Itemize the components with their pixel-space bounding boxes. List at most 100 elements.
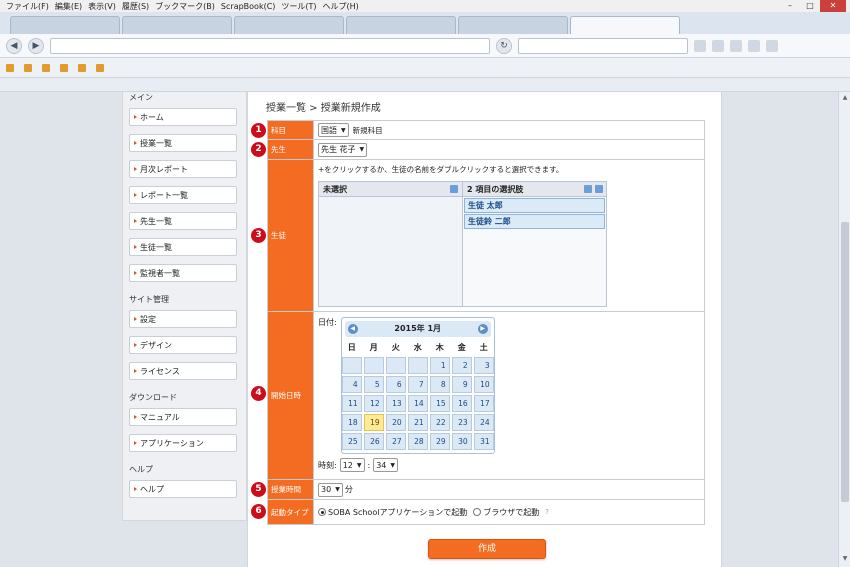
menu-item[interactable]: ヘルプ(H) — [323, 1, 359, 12]
selected-list[interactable]: 2 項目の選択肢 生徒 太郎 生徒鈴 二郎 — [462, 182, 606, 306]
browser-tab[interactable] — [10, 16, 120, 34]
calendar-day[interactable]: 19 — [363, 414, 384, 431]
sidebar-item[interactable]: ヘルプ — [129, 480, 237, 498]
toolbar-icon[interactable] — [730, 39, 742, 52]
maximize-button[interactable]: □ — [800, 0, 820, 12]
sidebar-item[interactable]: 設定 — [129, 310, 237, 328]
sidebar-item[interactable]: レポート一覧 — [129, 186, 237, 204]
calendar-day[interactable]: 18 — [341, 414, 362, 431]
calendar-day[interactable]: 13 — [385, 395, 406, 412]
unselected-list[interactable]: 未選択 — [319, 182, 462, 306]
launch-app-label[interactable]: SOBA Schoolアプリケーションで起動 — [328, 507, 467, 518]
bookmark-item[interactable] — [60, 63, 68, 72]
calendar-day[interactable]: 24 — [473, 414, 494, 431]
launch-browser-radio[interactable] — [473, 508, 482, 516]
page-scrollbar[interactable]: ▲ ▼ — [838, 92, 850, 567]
toolbar-icon[interactable] — [748, 39, 760, 52]
menu-item[interactable]: 表示(V) — [88, 1, 116, 12]
sidebar-item[interactable]: ライセンス — [129, 362, 237, 380]
calendar-day[interactable]: 11 — [341, 395, 362, 412]
close-button[interactable]: ✕ — [820, 0, 846, 12]
bookmark-item[interactable] — [96, 63, 104, 72]
calendar-day[interactable]: 2 — [451, 357, 472, 374]
launch-app-radio[interactable] — [318, 508, 326, 516]
add-all-icon[interactable] — [450, 185, 458, 193]
bookmark-item[interactable] — [6, 63, 14, 72]
browser-tab[interactable] — [234, 16, 344, 34]
calendar-day[interactable]: 29 — [429, 433, 450, 450]
calendar-day[interactable]: 12 — [363, 395, 384, 412]
scroll-down-icon[interactable]: ▼ — [839, 555, 850, 565]
menu-item[interactable]: ブックマーク(B) — [155, 1, 215, 12]
browser-tab-active[interactable] — [570, 16, 680, 34]
calendar-day[interactable]: 26 — [363, 433, 384, 450]
minimize-button[interactable]: – — [780, 0, 800, 12]
browser-tab[interactable] — [346, 16, 456, 34]
calendar-day[interactable]: 9 — [451, 376, 472, 393]
hour-select[interactable]: 12 ▼ — [339, 458, 365, 472]
reload-icon[interactable]: ↻ — [496, 37, 512, 54]
bookmark-item[interactable] — [42, 63, 50, 72]
toolbar-icon[interactable] — [712, 39, 724, 52]
calendar-day[interactable]: 5 — [363, 376, 384, 393]
calendar-day[interactable]: 1 — [429, 357, 450, 374]
sidebar-item[interactable]: 授業一覧 — [129, 134, 237, 152]
calendar-day[interactable]: 23 — [451, 414, 472, 431]
help-icon[interactable]: ? — [545, 508, 549, 516]
duration-select[interactable]: 30 ▼ — [318, 482, 343, 497]
browser-tab[interactable] — [458, 16, 568, 34]
sidebar-item[interactable]: デザイン — [129, 336, 237, 354]
sidebar-item[interactable]: 月次レポート — [129, 160, 237, 178]
url-input[interactable] — [50, 37, 490, 54]
bookmark-item[interactable] — [24, 63, 32, 72]
toolbar-icon[interactable] — [694, 39, 706, 52]
menu-item[interactable]: ScrapBook(C) — [221, 2, 275, 11]
calendar-day[interactable]: 30 — [451, 433, 472, 450]
sidebar-item[interactable]: ホーム — [129, 108, 237, 126]
search-input[interactable] — [518, 37, 688, 54]
sidebar-item[interactable]: 生徒一覧 — [129, 238, 237, 256]
calendar-day[interactable]: 22 — [429, 414, 450, 431]
calendar-day[interactable]: 10 — [473, 376, 494, 393]
teacher-select[interactable]: 先生 花子 ▼ — [318, 142, 368, 157]
browser-tab[interactable] — [122, 16, 232, 34]
scroll-up-icon[interactable]: ▲ — [839, 94, 850, 104]
calendar-day[interactable]: 31 — [473, 433, 494, 450]
remove-all-icon[interactable] — [595, 185, 603, 193]
sidebar-item[interactable]: 先生一覧 — [129, 212, 237, 230]
scroll-thumb[interactable] — [841, 222, 849, 502]
menu-item[interactable]: ツール(T) — [281, 1, 316, 12]
menu-item[interactable]: 編集(E) — [55, 1, 82, 12]
new-subject-link[interactable]: 新規科目 — [353, 125, 383, 136]
sidebar-item[interactable]: 監視者一覧 — [129, 264, 237, 282]
prev-month-icon[interactable]: ◀ — [347, 324, 358, 334]
back-arrow-icon[interactable]: ◀ — [6, 37, 22, 54]
forward-arrow-icon[interactable]: ▶ — [28, 37, 44, 54]
calendar-day[interactable]: 4 — [341, 376, 362, 393]
calendar-day[interactable]: 20 — [385, 414, 406, 431]
next-month-icon[interactable]: ▶ — [477, 324, 488, 334]
calendar-day[interactable]: 3 — [473, 357, 494, 374]
calendar-day[interactable]: 8 — [429, 376, 450, 393]
calendar-day[interactable]: 6 — [385, 376, 406, 393]
minute-select[interactable]: 34 ▼ — [373, 458, 399, 472]
create-button[interactable]: 作成 — [428, 539, 546, 559]
calendar-day[interactable]: 16 — [451, 395, 472, 412]
bookmark-item[interactable] — [78, 63, 86, 72]
sidebar-item[interactable]: マニュアル — [129, 408, 237, 426]
menu-item[interactable]: 履歴(S) — [122, 1, 149, 12]
selected-student[interactable]: 生徒 太郎 — [464, 198, 605, 213]
calendar-day[interactable]: 17 — [473, 395, 494, 412]
sidebar-item[interactable]: アプリケーション — [129, 434, 237, 452]
calendar-day[interactable]: 28 — [407, 433, 428, 450]
search-icon[interactable] — [584, 185, 592, 193]
menu-item[interactable]: ファイル(F) — [6, 1, 49, 12]
calendar-day[interactable]: 14 — [407, 395, 428, 412]
launch-browser-label[interactable]: ブラウザで起動 — [483, 507, 539, 518]
calendar-day[interactable]: 15 — [429, 395, 450, 412]
calendar-day[interactable]: 27 — [385, 433, 406, 450]
toolbar-icon[interactable] — [766, 39, 778, 52]
calendar-day[interactable]: 25 — [341, 433, 362, 450]
subject-select[interactable]: 国語 ▼ — [318, 123, 349, 137]
selected-student[interactable]: 生徒鈴 二郎 — [464, 214, 605, 229]
